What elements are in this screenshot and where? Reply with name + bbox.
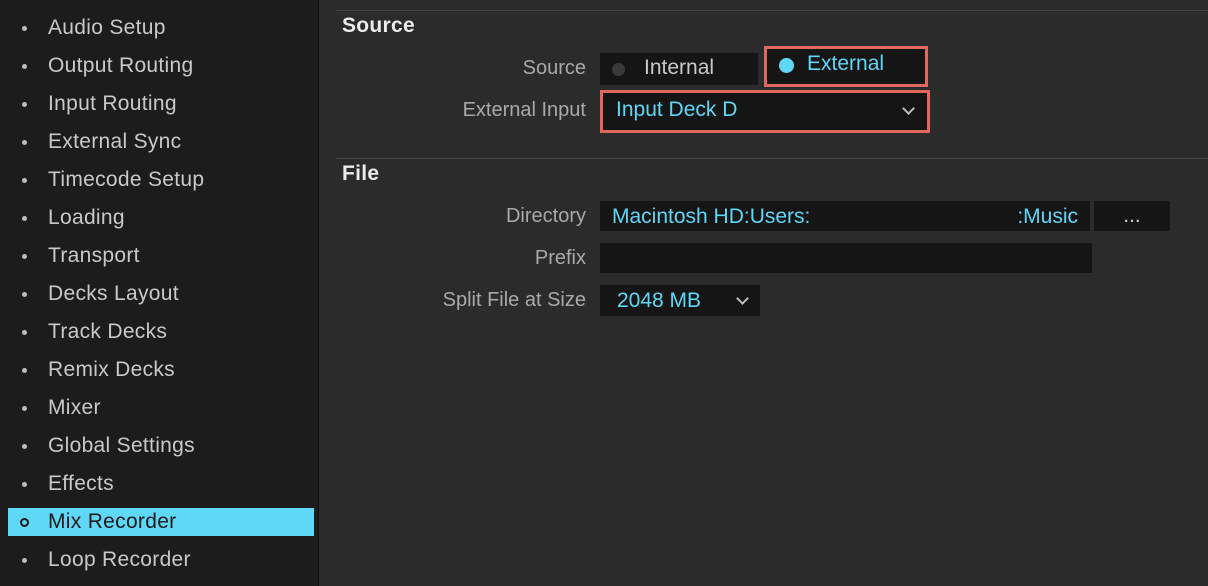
bullet-icon [22,64,27,69]
prefix-label: Prefix [534,247,586,269]
bullet-icon [22,330,27,335]
sidebar-item-label: Input Routing [48,92,177,115]
sidebar-item-loop-recorder[interactable]: Loop Recorder [8,545,314,575]
directory-label: Directory [505,205,586,227]
source-section-title: Source [342,14,415,37]
preferences-sidebar: Audio Setup Output Routing Input Routing… [0,0,319,586]
sidebar-item-label: Loop Recorder [48,548,191,571]
sidebar-item-loading[interactable]: Loading [8,203,314,233]
sidebar-item-effects[interactable]: Effects [8,469,314,499]
directory-value-left: Macintosh HD:Users: [612,205,811,228]
sidebar-item-label: Loading [48,206,125,229]
sidebar-item-label: Remix Decks [48,358,175,381]
bullet-icon [22,482,27,487]
bullet-icon [22,178,27,183]
divider [336,10,1208,11]
sidebar-item-label: Global Settings [48,434,195,457]
bullet-icon [22,140,27,145]
mix-recorder-panel: Source Source Internal External External… [318,0,1208,586]
divider [336,158,1208,159]
sidebar-item-label: Mixer [48,396,101,419]
sidebar-item-transport[interactable]: Transport [8,241,314,271]
chevron-down-icon [902,102,915,115]
sidebar-item-mixer[interactable]: Mixer [8,393,314,423]
bullet-icon [22,292,27,297]
radio-label: Internal [644,56,715,79]
sidebar-item-mix-recorder[interactable]: Mix Recorder [8,508,314,536]
sidebar-item-decks-layout[interactable]: Decks Layout [8,279,314,309]
sidebar-item-label: Timecode Setup [48,168,205,191]
sidebar-item-external-sync[interactable]: External Sync [8,127,314,157]
selected-bullet-icon [20,518,29,527]
browse-directory-button[interactable]: ... [1094,201,1170,231]
sidebar-item-label: Audio Setup [48,16,166,39]
sidebar-item-track-decks[interactable]: Track Decks [8,317,314,347]
sidebar-item-timecode-setup[interactable]: Timecode Setup [8,165,314,195]
bullet-icon [22,102,27,107]
radio-off-icon [612,63,625,76]
bullet-icon [22,216,27,221]
source-label: Source [522,57,586,79]
bullet-icon [22,254,27,259]
sidebar-item-label: External Sync [48,130,182,153]
bullet-icon [22,368,27,373]
directory-field[interactable]: Macintosh HD:Users: :Music [600,201,1090,231]
sidebar-item-label: Transport [48,244,140,267]
external-input-value: Input Deck D [616,98,738,121]
sidebar-item-label: Decks Layout [48,282,179,305]
external-input-label: External Input [462,99,586,121]
directory-value-right: :Music [1017,205,1078,228]
prefix-input[interactable] [600,243,1092,273]
bullet-icon [22,26,27,31]
sidebar-item-label: Effects [48,472,114,495]
file-section-title: File [342,162,380,185]
bullet-icon [22,444,27,449]
split-size-dropdown[interactable]: 2048 MB [600,285,760,316]
split-size-value: 2048 MB [617,289,702,312]
bullet-icon [22,558,27,563]
sidebar-item-input-routing[interactable]: Input Routing [8,89,314,119]
sidebar-item-global-settings[interactable]: Global Settings [8,431,314,461]
sidebar-item-label: Output Routing [48,54,194,77]
sidebar-item-remix-decks[interactable]: Remix Decks [8,355,314,385]
source-internal-radio[interactable]: Internal [600,53,758,85]
split-file-label: Split File at Size [442,289,586,311]
sidebar-item-label: Track Decks [48,320,168,343]
sidebar-item-audio-setup[interactable]: Audio Setup [8,13,314,43]
sidebar-item-label: Mix Recorder [48,510,177,533]
radio-on-icon [779,58,794,73]
chevron-down-icon [736,292,749,305]
sidebar-item-output-routing[interactable]: Output Routing [8,51,314,81]
radio-label: External [807,52,885,75]
source-external-radio[interactable]: External [764,46,928,87]
external-input-dropdown[interactable]: Input Deck D [600,90,930,133]
bullet-icon [22,406,27,411]
